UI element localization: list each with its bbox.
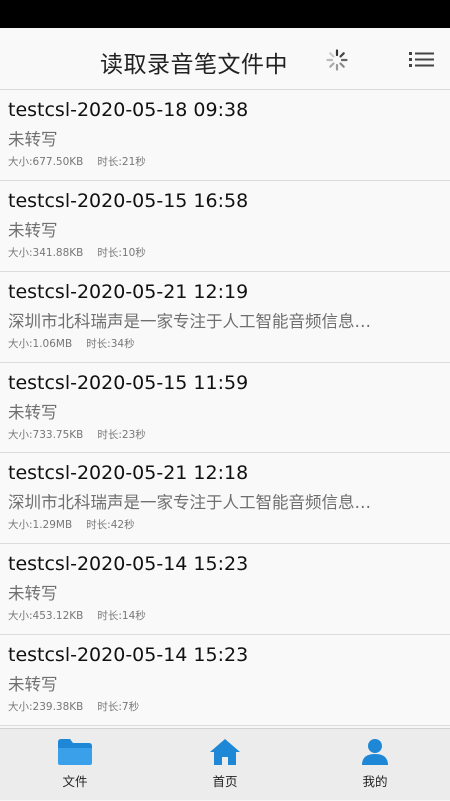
tab-label: 首页	[212, 774, 238, 789]
recording-item[interactable]: testcsl-2020-05-15 16:58 未转写 大小:341.88KB…	[0, 180, 450, 272]
transcript-preview: 未转写	[8, 675, 58, 695]
recording-item[interactable]: testcsl-2020-05-14 15:23 未转写 大小:453.12KB…	[0, 544, 450, 636]
duration: 时长:23秒	[97, 428, 146, 441]
transcript-preview: 深圳市北科瑞声是一家专注于人工智能音频信息…	[8, 493, 371, 513]
duration: 时长:7秒	[97, 701, 140, 714]
duration: 时长:14秒	[97, 610, 146, 623]
recording-list[interactable]: testcsl-2020-05-18 09:38 未转写 大小:677.50KB…	[0, 90, 450, 728]
recording-meta: 大小:453.12KB 时长:14秒	[8, 608, 450, 624]
file-size: 大小:239.38KB	[8, 701, 84, 714]
recording-meta: 大小:1.29MB 时长:42秒	[8, 517, 450, 533]
recording-title: testcsl-2020-05-15 11:59	[8, 371, 249, 394]
loading-spinner-icon	[326, 49, 348, 71]
page-title: 读取录音笔文件中	[100, 52, 288, 78]
header: 读取录音笔文件中	[0, 28, 450, 90]
recording-meta: 大小:341.88KB 时长:10秒	[8, 245, 450, 261]
bottom-tab-bar: 文件 首页 我的	[0, 728, 450, 800]
tab-home[interactable]: 首页	[150, 729, 300, 801]
transcript-preview: 未转写	[8, 584, 58, 604]
recording-item[interactable]: testcsl-2020-05-18 09:38 未转写 大小:677.50KB…	[0, 90, 450, 181]
recording-title: testcsl-2020-05-14 15:23	[8, 553, 249, 576]
recording-meta: 大小:733.75KB 时长:23秒	[8, 427, 450, 443]
file-size: 大小:733.75KB	[8, 428, 84, 441]
recording-title: testcsl-2020-05-14 15:23	[8, 644, 249, 667]
tab-files[interactable]: 文件	[0, 729, 150, 801]
duration: 时长:21秒	[97, 156, 146, 168]
recording-item[interactable]: testcsl-2020-05-15 11:59 未转写 大小:733.75KB…	[0, 362, 450, 454]
recording-item[interactable]: testcsl-2020-05-14 15:23 未转写 大小:239.38KB…	[0, 635, 450, 726]
folder-icon	[58, 739, 92, 765]
home-icon	[210, 739, 240, 765]
recording-title: testcsl-2020-05-21 12:18	[8, 462, 249, 485]
recording-meta: 大小:677.50KB 时长:21秒	[8, 154, 450, 170]
status-bar	[0, 0, 450, 28]
file-size: 大小:1.06MB	[8, 337, 73, 350]
tab-label: 文件	[62, 774, 88, 789]
recording-meta: 大小:1.06MB 时长:34秒	[8, 336, 450, 352]
recording-title: testcsl-2020-05-15 16:58	[8, 189, 249, 212]
recording-title: testcsl-2020-05-21 12:19	[8, 280, 249, 303]
file-size: 大小:1.29MB	[8, 519, 73, 532]
file-size: 大小:453.12KB	[8, 610, 84, 623]
recording-meta: 大小:239.38KB 时长:7秒	[8, 699, 450, 715]
duration: 时长:34秒	[86, 337, 135, 350]
person-icon	[362, 739, 388, 765]
file-size: 大小:677.50KB	[8, 156, 84, 168]
transcript-preview: 未转写	[8, 130, 58, 149]
duration: 时长:10秒	[97, 246, 146, 259]
recording-title: testcsl-2020-05-18 09:38	[8, 99, 249, 121]
transcript-preview: 未转写	[8, 220, 58, 240]
tab-label: 我的	[362, 774, 388, 789]
duration: 时长:42秒	[86, 519, 135, 532]
recording-item[interactable]: testcsl-2020-05-21 12:19 深圳市北科瑞声是一家专注于人工…	[0, 271, 450, 363]
transcript-preview: 未转写	[8, 402, 58, 422]
menu-list-icon[interactable]	[404, 44, 438, 74]
transcript-preview: 深圳市北科瑞声是一家专注于人工智能音频信息…	[8, 311, 371, 331]
tab-mine[interactable]: 我的	[300, 729, 450, 801]
file-size: 大小:341.88KB	[8, 246, 84, 259]
recording-item[interactable]: testcsl-2020-05-21 12:18 深圳市北科瑞声是一家专注于人工…	[0, 453, 450, 545]
